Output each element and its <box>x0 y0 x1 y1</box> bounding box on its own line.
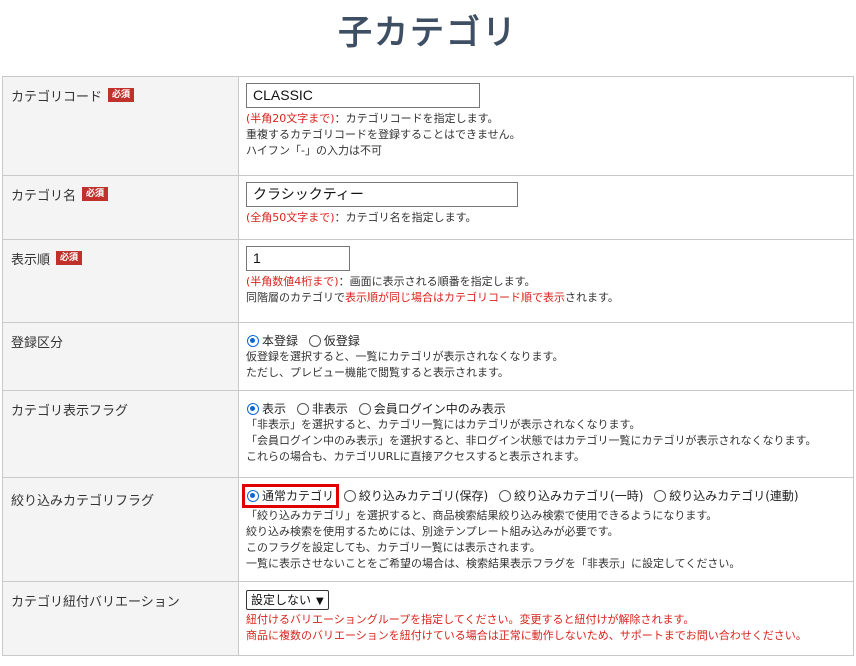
radio-label[interactable]: 非表示 <box>312 402 348 416</box>
value-cell: CLASSIC (半角20文字まで)：カテゴリコードを指定します。 重複するカテ… <box>238 76 854 176</box>
value-cell: 本登録 仮登録 仮登録を選択すると、一覧にカテゴリが表示されなくなります。 ただ… <box>238 322 854 391</box>
warning-line: 商品に複数のバリエーションを紐付けている場合は正常に動作しないため、サポートまで… <box>246 629 807 642</box>
help-line: これらの場合も、カテゴリURLに直接アクセスすると表示されます。 <box>246 450 585 463</box>
radio-label[interactable]: 絞り込みカテゴリ(一時) <box>514 489 643 503</box>
radio-label[interactable]: 会員ログイン中のみ表示 <box>374 402 506 416</box>
radio-label[interactable]: 表示 <box>262 402 286 416</box>
label-cell: カテゴリコード 必須 <box>2 76 239 176</box>
radio-registered[interactable] <box>247 334 259 347</box>
label-cell: カテゴリ名 必須 <box>2 175 239 240</box>
help-line: 一覧に表示させないことをご希望の場合は、検索結果表示フラグを「非表示」に設定して… <box>246 557 741 570</box>
help-line: 絞り込み検索を使用するためには、別途テンプレート組み込みが必要です。 <box>246 525 619 538</box>
help-line: ：カテゴリ名を指定します。 <box>334 211 477 224</box>
display-order-input[interactable]: 1 <box>246 246 350 271</box>
value-cell: クラシックティー (全角50文字まで)：カテゴリ名を指定します。 <box>238 175 854 240</box>
radio-label[interactable]: 本登録 <box>262 334 298 348</box>
radio-normal-category[interactable] <box>247 489 259 502</box>
filter-flag-label: 絞り込みカテゴリフラグ <box>11 494 155 509</box>
radio-members-only[interactable] <box>358 402 371 415</box>
help-text: 同階層のカテゴリで表示順が同じ場合はカテゴリコード順で表示されます。 <box>246 290 853 306</box>
variation-label: カテゴリ紐付バリエーション <box>11 595 180 610</box>
radio-label[interactable]: 絞り込みカテゴリ(保存) <box>359 489 488 503</box>
help-line: 「非表示」を選択すると、カテゴリ一覧にはカテゴリが表示されなくなります。 <box>246 418 641 431</box>
page-title: 子カテゴリ <box>338 13 518 53</box>
radio-provisional[interactable] <box>308 334 321 347</box>
help-line: ：カテゴリコードを指定します。 <box>334 112 499 125</box>
variation-select[interactable]: 設定しない ▼ <box>246 590 329 610</box>
registration-label: 登録区分 <box>11 336 64 351</box>
help-line: 同階層のカテゴリで <box>246 291 345 304</box>
help-line: 重複するカテゴリコードを登録することはできません。 <box>246 128 521 141</box>
display-order-label: 表示順 <box>11 253 51 268</box>
radio-label[interactable]: 絞り込みカテゴリ(連動) <box>669 489 798 503</box>
row-display-order: 表示順 必須 1 (半角数値4桁まで)：画面に表示される順番を指定します。 同階層… <box>2 239 854 323</box>
category-name-input[interactable]: クラシックティー <box>246 182 518 207</box>
warning-line: 紐付けるバリエーショングループを指定してください。変更すると紐付けが解除されます… <box>246 613 695 626</box>
help-text: (半角20文字まで)：カテゴリコードを指定します。 <box>246 111 853 127</box>
row-category-code: カテゴリコード 必須 CLASSIC (半角20文字まで)：カテゴリコードを指定し… <box>2 76 854 176</box>
help-text: (全角50文字まで)：カテゴリ名を指定します。 <box>246 210 853 226</box>
help-line: されます。 <box>565 291 619 304</box>
length-limit: (半角20文字まで) <box>246 112 335 125</box>
required-badge: 必須 <box>82 186 109 201</box>
value-cell: 通常カテゴリ 絞り込みカテゴリ(保存) 絞り込みカテゴリ(一時) 絞り込みカテゴ… <box>238 477 854 582</box>
help-line: 「絞り込みカテゴリ」を選択すると、商品検索結果絞り込み検索で使用できるようになり… <box>246 509 718 522</box>
row-filter-flag: 絞り込みカテゴリフラグ 通常カテゴリ 絞り込みカテゴリ(保存) 絞り込みカテゴリ… <box>2 477 854 582</box>
radio-filter-temp[interactable] <box>499 489 512 502</box>
radio-label[interactable]: 仮登録 <box>324 334 360 348</box>
chevron-down-icon: ▼ <box>316 596 324 607</box>
select-value: 設定しない <box>251 593 312 607</box>
highlight-box: 通常カテゴリ <box>242 484 340 508</box>
row-registration: 登録区分 本登録 仮登録 仮登録を選択すると、一覧にカテゴリが表示されなくなりま… <box>2 322 854 391</box>
warning-text: 表示順が同じ場合はカテゴリコード順で表示 <box>345 291 565 304</box>
label-cell: カテゴリ表示フラグ <box>2 390 239 478</box>
radio-hide[interactable] <box>296 402 309 415</box>
radio-show[interactable] <box>247 402 259 415</box>
row-category-name: カテゴリ名 必須 クラシックティー (全角50文字まで)：カテゴリ名を指定します。 <box>2 175 854 240</box>
radio-filter-saved[interactable] <box>343 489 356 502</box>
help-line: ：画面に表示される順番を指定します。 <box>338 275 536 288</box>
label-cell: 絞り込みカテゴリフラグ <box>2 477 239 582</box>
help-line: 仮登録を選択すると、一覧にカテゴリが表示されなくなります。 <box>246 350 564 363</box>
label-cell: 表示順 必須 <box>2 239 239 323</box>
radio-label[interactable]: 通常カテゴリ <box>262 489 334 503</box>
value-cell: 表示 非表示 会員ログイン中のみ表示 「非表示」を選択すると、カテゴリ一覧にはカ… <box>238 390 854 478</box>
length-limit: (全角50文字まで) <box>246 211 335 224</box>
length-limit: (半角数値4桁まで) <box>246 275 339 288</box>
row-display-flag: カテゴリ表示フラグ 表示 非表示 会員ログイン中のみ表示 「非表示」を選択すると… <box>2 390 854 478</box>
label-cell: カテゴリ紐付バリエーション <box>2 581 239 656</box>
required-badge: 必須 <box>108 87 135 102</box>
category-name-label: カテゴリ名 <box>11 189 77 204</box>
help-line: 「会員ログイン中のみ表示」を選択すると、非ログイン状態ではカテゴリ一覧にカテゴリ… <box>246 434 817 447</box>
value-cell: 設定しない ▼ 紐付けるバリエーショングループを指定してください。変更すると紐付け… <box>238 581 854 656</box>
help-line: このフラグを設定しても、カテゴリ一覧には表示されます。 <box>246 541 541 554</box>
display-flag-label: カテゴリ表示フラグ <box>11 404 129 419</box>
display-flag-radio-group: 表示 非表示 会員ログイン中のみ表示 <box>246 401 853 417</box>
value-cell: 1 (半角数値4桁まで)：画面に表示される順番を指定します。 同階層のカテゴリで… <box>238 239 854 323</box>
filter-flag-radio-group: 通常カテゴリ 絞り込みカテゴリ(保存) 絞り込みカテゴリ(一時) 絞り込みカテゴ… <box>242 484 853 508</box>
category-code-input[interactable]: CLASSIC <box>246 83 480 108</box>
row-variation: カテゴリ紐付バリエーション 設定しない ▼ 紐付けるバリエーショングループを指定し… <box>2 581 854 656</box>
label-cell: 登録区分 <box>2 322 239 391</box>
category-code-label: カテゴリコード <box>11 90 103 105</box>
required-badge: 必須 <box>56 250 83 265</box>
radio-filter-linked[interactable] <box>654 489 667 502</box>
help-text: (半角数値4桁まで)：画面に表示される順番を指定します。 <box>246 274 853 290</box>
help-line: ハイフン「-」の入力は不可 <box>246 144 382 157</box>
category-form: カテゴリコード 必須 CLASSIC (半角20文字まで)：カテゴリコードを指定し… <box>2 76 854 656</box>
help-line: ただし、プレビュー機能で閲覧すると表示されます。 <box>246 366 509 379</box>
registration-radio-group: 本登録 仮登録 <box>246 333 853 349</box>
